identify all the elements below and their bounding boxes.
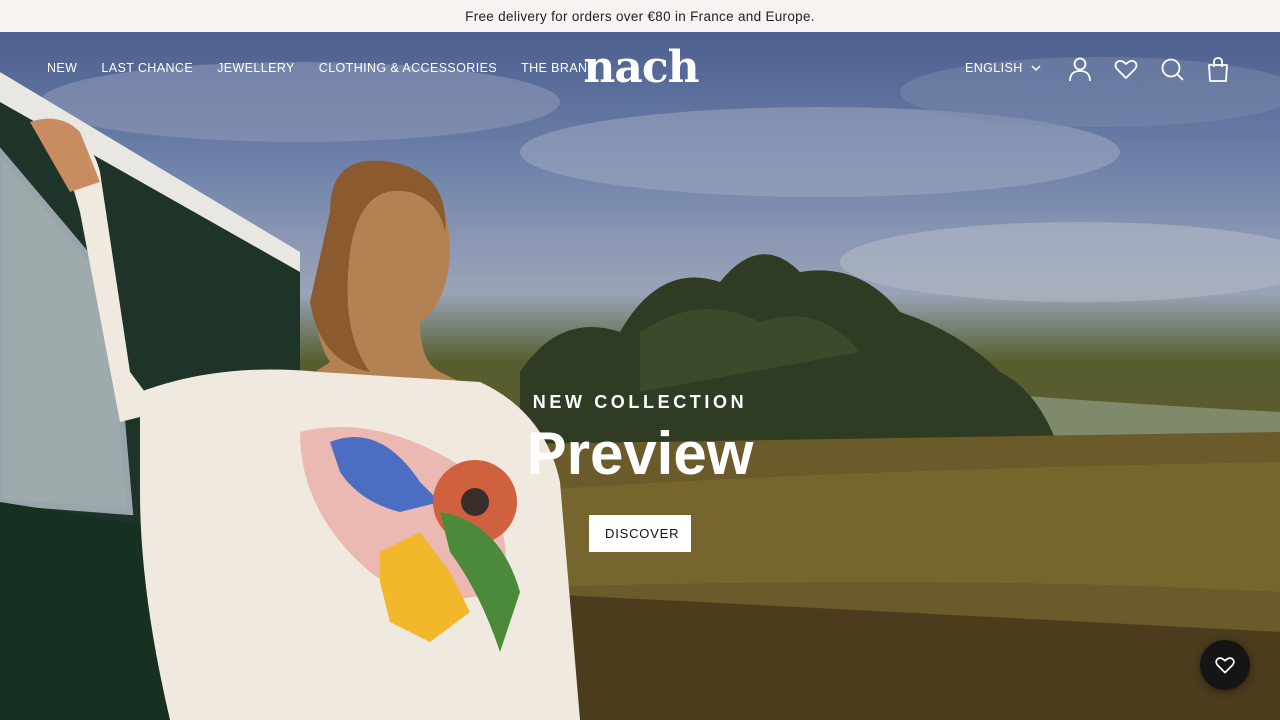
chevron-down-icon <box>1031 65 1041 72</box>
heart-icon <box>1215 657 1235 674</box>
nav-link-clothing-accessories[interactable]: CLOTHING & ACCESSORIES <box>319 61 497 75</box>
nav-link-new[interactable]: NEW <box>47 61 77 75</box>
nav-link-last-chance[interactable]: LAST CHANCE <box>101 61 193 75</box>
announcement-bar: Free delivery for orders over €80 in Fra… <box>0 0 1280 32</box>
nav-links: NEW LAST CHANCE JEWELLERY CLOTHING & ACC… <box>47 61 621 75</box>
brand-logo[interactable]: nach <box>580 44 702 92</box>
floating-wishlist-button[interactable] <box>1200 640 1250 690</box>
hero-photo <box>0 57 1280 720</box>
announcement-text: Free delivery for orders over €80 in Fra… <box>465 8 815 24</box>
language-selector[interactable]: ENGLISH <box>965 61 1041 75</box>
discover-button[interactable]: DISCOVER <box>589 515 691 552</box>
top-nav: NEW LAST CHANCE JEWELLERY CLOTHING & ACC… <box>0 32 1280 108</box>
wishlist-heart-icon[interactable] <box>1113 56 1139 82</box>
hero-headline: Preview <box>526 420 754 487</box>
language-label: ENGLISH <box>965 61 1023 75</box>
account-icon[interactable] <box>1067 56 1093 82</box>
hero-eyebrow: NEW COLLECTION <box>532 392 748 412</box>
hero-banner <box>0 32 1280 720</box>
bag-icon[interactable] <box>1205 56 1231 82</box>
search-icon[interactable] <box>1159 56 1185 82</box>
nav-link-jewellery[interactable]: JEWELLERY <box>217 61 295 75</box>
hero-copy: NEW COLLECTION Preview DISCOVER <box>0 392 1280 552</box>
